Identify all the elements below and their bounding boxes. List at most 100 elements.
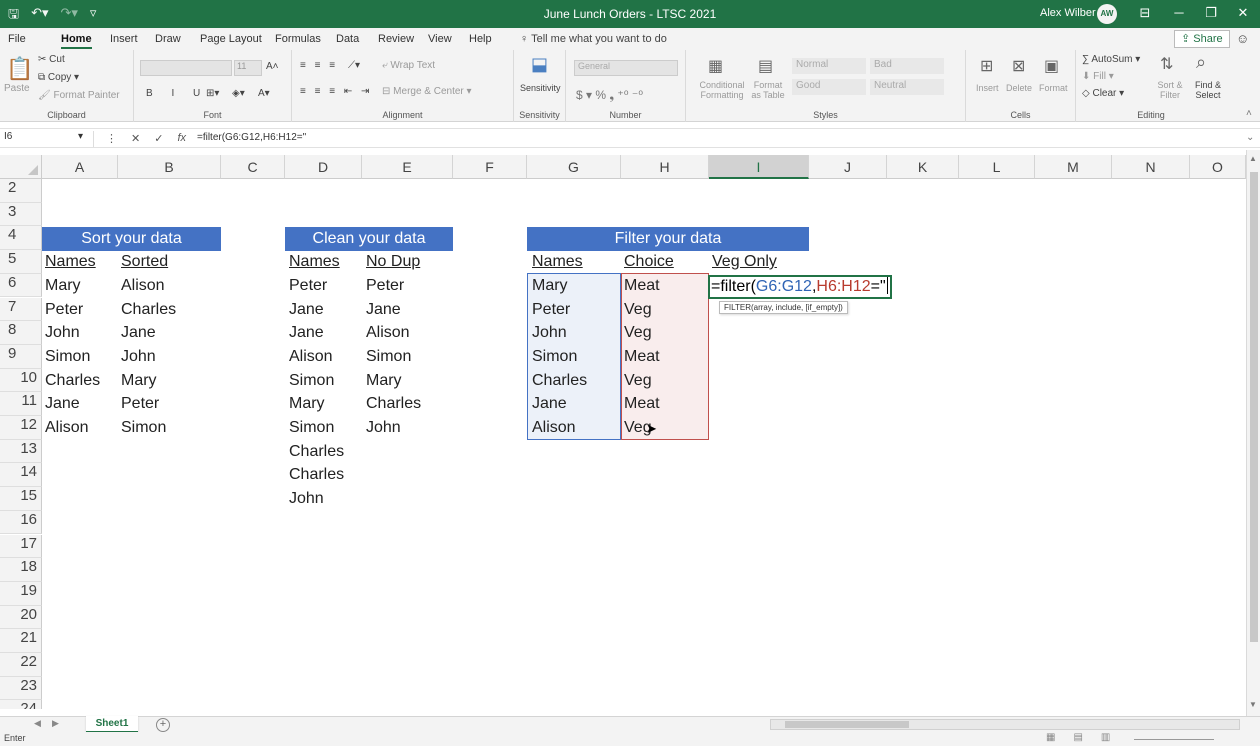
format-cells-icon[interactable]: ▣ [1044,56,1059,76]
number-format-icons[interactable]: $ ▾ % ❟ ⁺⁰ ⁻⁰ [576,88,643,103]
row-header-6[interactable]: 6 [0,273,42,298]
style-bad[interactable]: Bad [870,58,944,74]
horizontal-scrollbar[interactable] [770,719,1240,730]
sort-name-cell[interactable]: Peter [45,298,83,322]
row-header-7[interactable]: 7 [0,297,42,322]
sorted-cell[interactable]: Simon [121,416,166,440]
row-header-4[interactable]: 4 [0,226,42,251]
row-header-15[interactable]: 15 [0,487,42,511]
filter-name-cell[interactable]: Simon [532,345,577,369]
clean-name-cell[interactable]: Peter [289,274,327,298]
tab-data[interactable]: Data [336,33,359,45]
row-header-2[interactable]: 2 [0,179,42,203]
filter-header-names[interactable]: Names [532,250,583,274]
filter-name-cell[interactable]: Alison [532,416,576,440]
column-header-L[interactable]: L [959,155,1035,179]
column-header-K[interactable]: K [887,155,959,179]
row-header-9[interactable]: 9 [0,344,42,369]
row-header-23[interactable]: 23 [0,676,42,701]
sort-name-cell[interactable]: Mary [45,274,81,298]
page-layout-view-icon[interactable]: ▤ [1073,732,1082,743]
normal-view-icon[interactable]: ▦ [1046,732,1055,743]
find-icon[interactable]: ⌕ [1196,52,1206,73]
font-color-icon[interactable]: A▾ [258,88,270,99]
filter-name-cell[interactable]: Jane [532,392,567,416]
worksheet-grid[interactable]: A B C D E F G H I J K L M N O 2 3 4 5 6 … [0,155,1246,709]
row-header-12[interactable]: 12 [0,416,42,440]
wrap-text-button[interactable]: ⤶ Wrap Text [382,60,435,71]
column-header-B[interactable]: B [118,155,221,179]
formula-input[interactable]: =filter(G6:G12,H6:H12=" [197,132,306,143]
row-header-10[interactable]: 10 [0,368,42,393]
column-header-M[interactable]: M [1035,155,1112,179]
clean-name-cell[interactable]: Alison [289,345,333,369]
nodup-cell[interactable]: Alison [366,321,410,345]
column-header-G[interactable]: G [527,155,621,179]
clean-name-cell[interactable]: John [289,487,324,511]
filter-header-veg-only[interactable]: Veg Only [712,250,777,274]
nodup-cell[interactable]: John [366,416,401,440]
tab-view[interactable]: View [428,33,452,45]
sorted-cell[interactable]: Charles [121,298,176,322]
format-as-table-button[interactable]: Format as Table [748,80,788,100]
row-header-8[interactable]: 8 [0,321,42,345]
row-header-20[interactable]: 20 [0,605,42,630]
avatar[interactable]: AW [1097,4,1117,24]
tab-help[interactable]: Help [469,33,492,45]
cancel-entry-icon[interactable]: ✕ [131,132,140,145]
choice-cell[interactable]: Meat [624,274,660,298]
conditional-formatting-button[interactable]: Conditional Formatting [694,80,750,100]
nodup-cell[interactable]: Mary [366,369,402,393]
sorted-cell[interactable]: Alison [121,274,165,298]
column-header-A[interactable]: A [42,155,118,179]
row-header-5[interactable]: 5 [0,250,42,274]
filter-name-cell[interactable]: John [532,321,567,345]
sort-filter-button[interactable]: Sort & Filter [1152,80,1188,100]
tab-file[interactable]: File [8,33,26,45]
insert-cells-icon[interactable]: ⊞ [980,56,993,76]
select-all-corner[interactable] [0,155,42,179]
column-header-N[interactable]: N [1112,155,1190,179]
merge-center-button[interactable]: ⊟ Merge & Center ▾ [382,86,472,97]
column-header-D[interactable]: D [285,155,362,179]
font-size-box[interactable]: 11 [234,60,262,76]
name-box[interactable]: I6 ▾ [0,131,94,147]
tell-me-box[interactable]: ♀ Tell me what you want to do [520,33,667,45]
sheet-tab-sheet1[interactable]: Sheet1 [86,716,138,733]
nodup-cell[interactable]: Peter [366,274,404,298]
sensitivity-button[interactable]: Sensitivity [520,83,561,93]
clean-name-cell[interactable]: Charles [289,463,344,487]
style-neutral[interactable]: Neutral [870,79,944,95]
clean-header-names[interactable]: Names [289,250,340,274]
sort-header-names[interactable]: Names [45,250,96,274]
tab-draw[interactable]: Draw [155,33,181,45]
column-header-I[interactable]: I [709,155,809,179]
insert-function-icon[interactable]: fx [177,132,186,145]
tab-formulas[interactable]: Formulas [275,33,321,45]
vertical-scrollbar[interactable]: ▲ ▼ [1246,150,1260,716]
feedback-smiley-icon[interactable]: ☺ [1236,31,1249,46]
cut-button[interactable]: ✂ Cut [38,54,65,65]
prev-sheet-icon[interactable]: ◀ [34,718,41,729]
orientation-icon[interactable]: ⟋▾ [348,60,360,71]
sort-name-cell[interactable]: Alison [45,416,89,440]
filter-header-choice[interactable]: Choice [624,250,674,274]
filter-name-cell[interactable]: Charles [532,369,587,393]
tab-review[interactable]: Review [378,33,414,45]
row-header-14[interactable]: 14 [0,463,42,488]
close-icon[interactable]: ✕ [1230,5,1256,21]
name-box-dropdown-icon[interactable]: ▾ [78,131,83,142]
column-header-E[interactable]: E [362,155,453,179]
paste-label[interactable]: Paste [4,83,30,94]
column-header-H[interactable]: H [621,155,709,179]
fill-color-icon[interactable]: ◈▾ [232,88,245,99]
borders-icon[interactable]: ⊞▾ [206,88,219,99]
row-header-24[interactable]: 24 [0,700,42,709]
find-select-button[interactable]: Find & Select [1190,80,1226,100]
page-break-view-icon[interactable]: ▥ [1101,732,1110,743]
sort-name-cell[interactable]: Charles [45,369,100,393]
sort-name-cell[interactable]: John [45,321,80,345]
clean-header-nodup[interactable]: No Dup [366,250,420,274]
vertical-align-icons[interactable]: ≡ ≡ ≡ [300,60,338,71]
tab-home[interactable]: Home [61,33,92,49]
